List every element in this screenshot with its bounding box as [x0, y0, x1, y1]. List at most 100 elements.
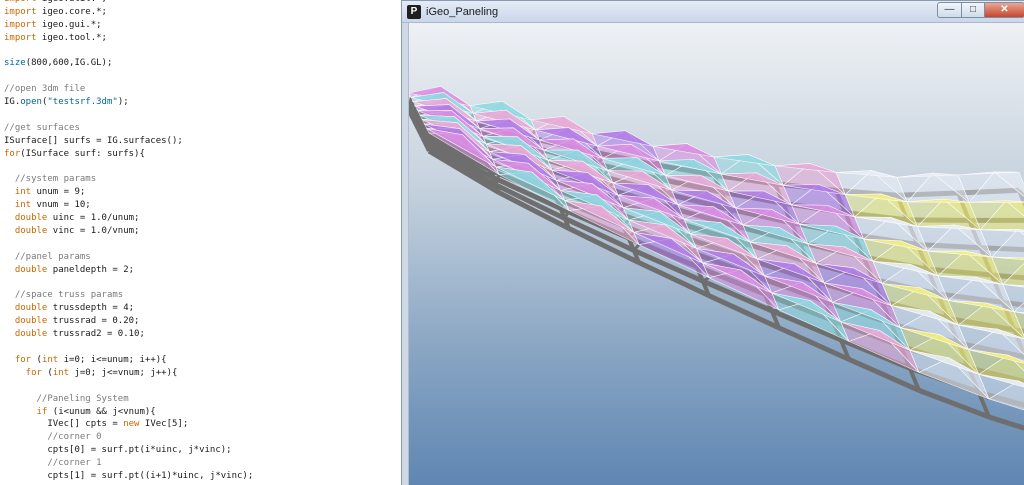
code-line: //space truss params — [4, 289, 253, 302]
code-token: if — [4, 406, 48, 417]
code-token: double — [4, 226, 48, 237]
code-line: for(ISurface surf: surfs){ — [4, 148, 253, 161]
code-token: size — [4, 58, 26, 69]
code-token: unum = 9; — [31, 187, 86, 198]
code-line: //open 3dm file — [4, 83, 253, 96]
code-editor[interactable]: import igeo.util.*;import igeo.core.*;im… — [0, 0, 400, 485]
code-token: for — [4, 367, 42, 378]
code-line: double vinc = 1.0/vnum; — [4, 225, 253, 238]
code-token: new — [123, 419, 140, 430]
maximize-button[interactable]: □ — [961, 2, 985, 18]
code-token: cpts[1] = surf.pt((i+1)*uinc, j*vinc); — [4, 470, 254, 481]
code-line: if (i<unum && j<vnum){ — [4, 406, 253, 419]
code-token: for — [4, 354, 32, 365]
code-token: ( — [31, 354, 42, 365]
code-token: igeo.tool.*; — [36, 32, 107, 43]
close-button[interactable]: ✕ — [984, 2, 1024, 18]
code-token: "testsrf.3dm" — [47, 97, 118, 108]
code-line: cpts[1] = surf.pt((i+1)*uinc, j*vinc); — [4, 470, 253, 483]
code-line: //corner 1 — [4, 457, 253, 470]
code-line: //get surfaces — [4, 122, 253, 135]
minimize-button[interactable]: — — [937, 2, 962, 18]
code-token: double — [4, 213, 48, 224]
code-line: import igeo.gui.*; — [4, 19, 253, 32]
code-token: uinc = 1.0/unum; — [47, 213, 140, 224]
truss-diagonal — [771, 308, 780, 313]
code-token: ); — [117, 97, 129, 108]
code-line: //panel params — [4, 251, 253, 264]
code-token: import — [4, 19, 37, 30]
code-token: j=0; j<=vnum; j++){ — [69, 367, 178, 378]
code-token: IVec[5]; — [139, 419, 189, 430]
code-token: int — [41, 354, 59, 365]
code-token: trussrad2 = 0.10; — [47, 329, 145, 340]
code-token: igeo.util.*; — [37, 0, 107, 4]
code-token: trussdepth = 4; — [47, 303, 135, 314]
window-title: iGeo_Paneling — [426, 6, 499, 18]
code-token: //space truss params — [4, 290, 124, 301]
code-token: import — [4, 32, 37, 43]
truss-diagonal — [494, 174, 501, 186]
code-token: double — [4, 264, 48, 275]
code-line: //corner 0 — [4, 431, 253, 444]
code-token: //corner 1 — [4, 458, 102, 469]
code-token: (i<unum && j<vnum){ — [47, 406, 156, 417]
code-token: double — [4, 316, 48, 327]
code-token: i=0; i<=unum; i++){ — [58, 354, 167, 365]
code-token: IVec[] cpts = — [4, 419, 124, 430]
code-token: paneldepth = 2; — [47, 264, 135, 275]
truss-member — [988, 414, 1024, 431]
code-token: import — [4, 0, 37, 4]
code-token: int — [52, 367, 70, 378]
code-token: //corner 0 — [4, 432, 102, 443]
code-token: cpts[0] = surf.pt(i*uinc, j*vinc); — [4, 445, 232, 456]
code-line: for (int i=0; i<=unum; i++){ — [4, 354, 253, 367]
code-line: double trussrad = 0.20; — [4, 315, 253, 328]
code-token: //open 3dm file — [4, 84, 86, 95]
code-token: open — [20, 97, 42, 108]
code-token: vinc = 1.0/vnum; — [47, 226, 140, 237]
code-line: cpts[0] = surf.pt(i*uinc, j*vinc); — [4, 444, 253, 457]
code-token: import — [4, 6, 37, 17]
code-line: double trussdepth = 4; — [4, 302, 253, 315]
code-line: double uinc = 1.0/unum; — [4, 212, 253, 225]
code-token: //system params — [4, 174, 97, 185]
code-token: for — [4, 148, 21, 159]
code-token: //get surfaces — [4, 122, 80, 133]
code-line: IG.open("testsrf.3dm"); — [4, 96, 253, 109]
code-token: trussrad = 0.20; — [47, 316, 140, 327]
code-line: for (int j=0; j<=vnum; j++){ — [4, 367, 253, 380]
code-token: igeo.gui.*; — [36, 19, 102, 30]
code-line: //system params — [4, 173, 253, 186]
code-token: IG. — [4, 97, 21, 108]
code-line: ISurface[] surfs = IG.surfaces(); — [4, 135, 253, 148]
code-token: (ISurface surf: surfs){ — [20, 148, 145, 159]
3d-viewport[interactable] — [408, 23, 1024, 485]
code-line: IVec[] cpts = new IVec[5]; — [4, 418, 253, 431]
code-token: int — [4, 200, 32, 211]
code-line: int vnum = 10; — [4, 199, 253, 212]
code-token: vnum = 10; — [31, 200, 91, 211]
code-token: //Paneling System — [4, 393, 129, 404]
code-token: //panel params — [4, 251, 91, 262]
paneling-render — [409, 86, 1024, 431]
processing-app-icon: P — [407, 5, 421, 19]
code-token: (800,600,IG.GL); — [25, 58, 113, 69]
code-line: import igeo.core.*; — [4, 6, 253, 19]
title-bar[interactable]: P iGeo_Paneling — □ ✕ — [402, 1, 1024, 23]
code-token: ISurface[] surfs = IG.surfaces(); — [4, 135, 183, 146]
code-line: //Paneling System — [4, 393, 253, 406]
code-token: ( — [41, 367, 53, 378]
code-line: double paneldepth = 2; — [4, 264, 253, 277]
code-line: size(800,600,IG.GL); — [4, 57, 253, 70]
code-token: igeo.core.*; — [36, 6, 107, 17]
code-token: int — [4, 187, 32, 198]
truss-diagonal — [632, 243, 641, 252]
